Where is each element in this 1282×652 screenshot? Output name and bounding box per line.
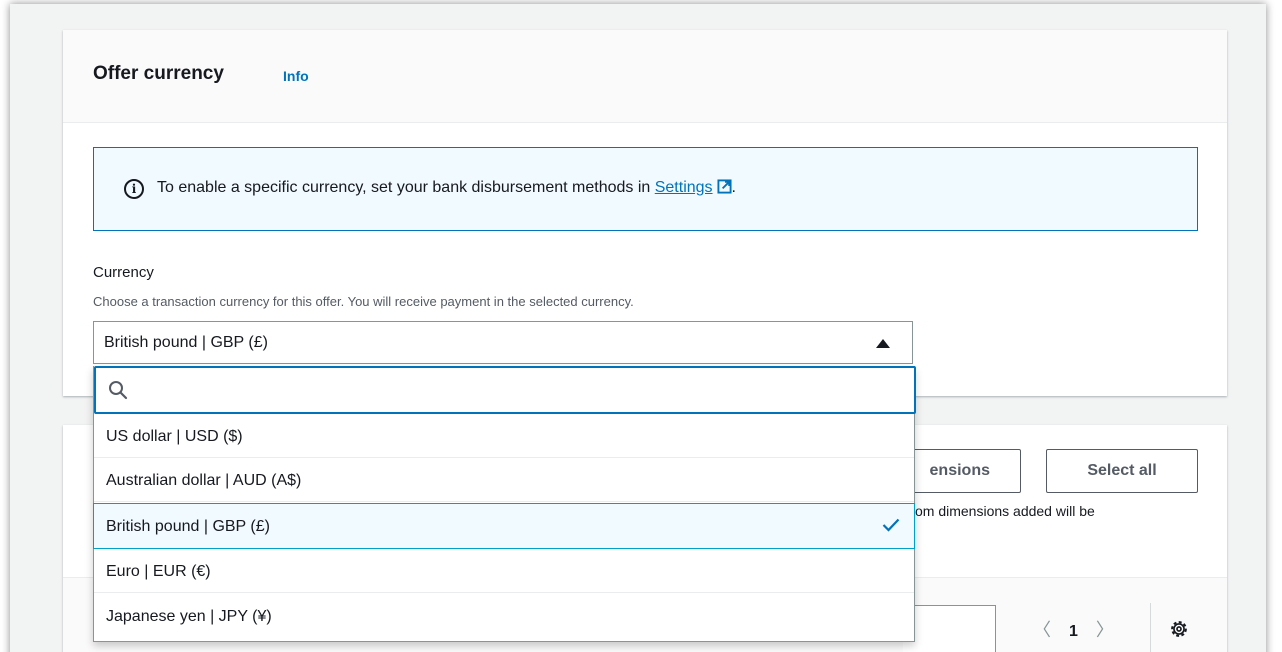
currency-label: Currency [93,264,154,281]
currency-select[interactable]: British pound | GBP (£) [93,321,913,364]
currency-description: Choose a transaction currency for this o… [93,294,634,309]
option-gbp[interactable]: British pound | GBP (£) [93,503,915,549]
filter-input[interactable] [903,605,996,652]
option-aud[interactable]: Australian dollar | AUD (A$) [94,458,914,502]
option-eur[interactable]: Euro | EUR (€) [94,549,914,593]
dropdown-search[interactable] [94,366,916,414]
external-link-icon[interactable] [717,179,732,194]
pagination: 〈 1 〉 [1033,616,1114,642]
option-usd[interactable]: US dollar | USD ($) [94,414,914,458]
settings-link[interactable]: Settings [655,179,713,196]
alert-text: To enable a specific currency, set your … [157,179,736,197]
select-all-button[interactable]: Select all [1046,449,1198,493]
gear-icon[interactable] [1168,618,1190,640]
info-alert: i To enable a specific currency, set you… [93,147,1198,231]
pagination-divider [1150,603,1151,652]
info-link[interactable]: Info [283,68,309,84]
info-icon: i [124,179,144,199]
dimensions-note: om dimensions added will be [915,503,1095,519]
search-input[interactable] [138,376,898,404]
alert-text-before: To enable a specific currency, set your … [157,179,655,196]
currency-select-value: British pound | GBP (£) [104,334,268,351]
currency-dropdown: US dollar | USD ($) Australian dollar | … [93,366,916,642]
option-label: Euro | EUR (€) [106,563,211,580]
panel-title: Offer currency [93,63,224,84]
offer-currency-panel: Offer currency Info i To enable a specif… [63,30,1227,396]
check-icon [882,518,900,532]
panel-header: Offer currency Info [63,30,1227,123]
option-label: British pound | GBP (£) [106,518,270,535]
option-label: US dollar | USD ($) [106,428,243,445]
alert-text-after: . [731,179,736,196]
option-jpy[interactable]: Japanese yen | JPY (¥) [94,594,914,638]
search-icon [109,381,128,400]
prev-page-button[interactable]: 〈 [1033,620,1051,640]
current-page[interactable]: 1 [1069,623,1078,640]
caret-up-icon [876,339,890,348]
next-page-button[interactable]: 〉 [1096,620,1114,640]
option-label: Japanese yen | JPY (¥) [106,608,272,625]
option-label: Australian dollar | AUD (A$) [106,472,302,489]
